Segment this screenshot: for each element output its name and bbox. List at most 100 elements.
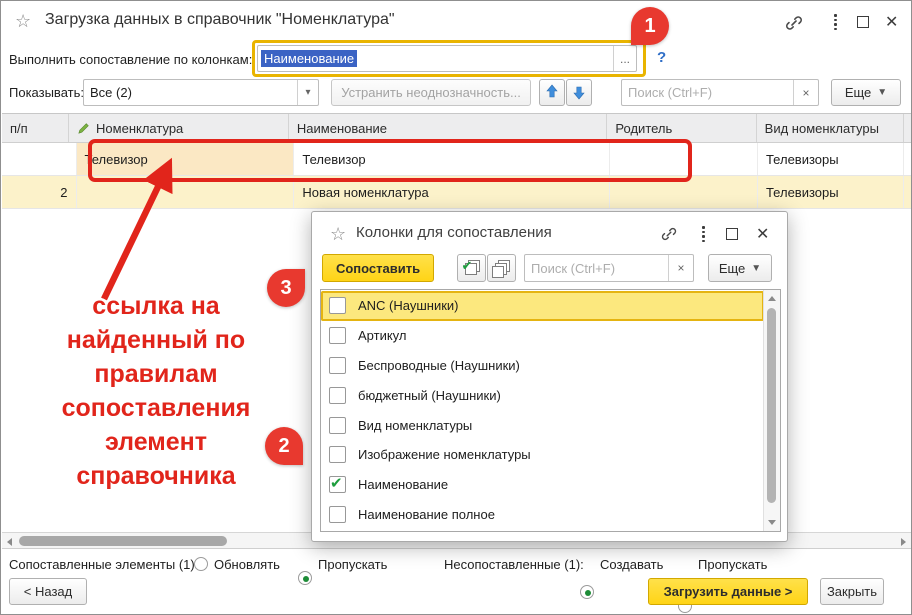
checkbox[interactable]	[329, 506, 346, 523]
more-button-label: Еще	[845, 85, 871, 100]
scroll-right-icon[interactable]	[901, 538, 906, 546]
scrollbar-thumb[interactable]	[767, 308, 776, 503]
back-button[interactable]: < Назад	[9, 578, 87, 605]
unmatched-elements-label: Несопоставленные (1):	[444, 557, 584, 572]
column-header-clipped[interactable]: Н	[904, 114, 912, 142]
checkbox[interactable]	[329, 387, 346, 404]
table-row[interactable]: Телевизор Телевизор Телевизоры	[2, 143, 912, 176]
radio-create[interactable]	[580, 585, 594, 599]
favorite-star-icon[interactable]: ☆	[330, 224, 346, 245]
mapping-columns-input[interactable]: Наименование ...	[257, 45, 637, 72]
search-clear-icon[interactable]: ×	[668, 255, 693, 281]
column-item-label: Наименование	[358, 477, 448, 492]
search-input[interactable]: Поиск (Ctrl+F) ×	[621, 79, 819, 106]
load-data-button[interactable]: Загрузить данные >	[648, 578, 808, 605]
column-item-1[interactable]: Артикул	[321, 321, 764, 351]
search-placeholder: Поиск (Ctrl+F)	[622, 85, 712, 100]
column-header-parent[interactable]: Родитель	[607, 114, 756, 142]
cell-nomenclature[interactable]	[77, 176, 295, 208]
column-item-2[interactable]: Беспроводные (Наушники)	[321, 351, 764, 381]
column-item-7[interactable]: Наименование полное	[321, 500, 764, 530]
column-item-label: Артикул	[358, 328, 406, 343]
check-all-icon: ✔	[464, 260, 480, 276]
down-arrow-icon	[573, 86, 585, 100]
cell-num[interactable]	[2, 143, 77, 175]
cell-kind[interactable]: Телевизоры	[758, 143, 904, 175]
scrollbar-thumb[interactable]	[19, 536, 227, 546]
pencil-icon	[77, 122, 90, 135]
checkbox[interactable]	[329, 446, 346, 463]
cell-parent[interactable]	[610, 176, 758, 208]
check-all-button[interactable]: ✔	[457, 254, 486, 282]
dropdown-arrow-icon: ▼	[751, 263, 761, 274]
scroll-left-icon[interactable]	[7, 538, 12, 546]
favorite-star-icon[interactable]: ☆	[15, 11, 31, 32]
radio-update[interactable]	[194, 557, 208, 571]
column-header-kind[interactable]: Вид номенклатуры	[757, 114, 904, 142]
column-header-nomenclature[interactable]: Номенклатура	[69, 114, 289, 142]
mapping-columns-label: Выполнить сопоставление по колонкам:	[9, 52, 252, 67]
column-item-6[interactable]: Наименование	[321, 470, 764, 500]
checkbox[interactable]	[329, 476, 346, 493]
checkbox[interactable]	[329, 327, 346, 344]
column-header-name[interactable]: Наименование	[289, 114, 608, 142]
dialog-title: Колонки для сопоставления	[356, 224, 552, 241]
radio-create-label[interactable]: Создавать	[600, 557, 663, 572]
up-arrow-icon	[546, 84, 558, 101]
radio-skip-matched[interactable]	[298, 571, 312, 585]
search-placeholder: Поиск (Ctrl+F)	[525, 261, 615, 276]
search-clear-icon[interactable]: ×	[793, 80, 818, 105]
dialog-search-input[interactable]: Поиск (Ctrl+F) ×	[524, 254, 694, 282]
column-item-5[interactable]: Изображение номенклатуры	[321, 440, 764, 470]
column-item-label: Наименование полное	[358, 507, 495, 522]
column-item-label: Беспроводные (Наушники)	[358, 358, 520, 373]
cell-nomenclature[interactable]: Телевизор	[77, 143, 295, 175]
maximize-icon[interactable]	[857, 16, 869, 28]
checkbox[interactable]	[329, 357, 346, 374]
checkbox[interactable]	[329, 417, 346, 434]
vertical-scrollbar[interactable]	[763, 290, 780, 531]
choose-columns-ellipsis-button[interactable]: ...	[613, 46, 636, 71]
cell-clipped[interactable]	[904, 176, 912, 208]
close-icon[interactable]: ✕	[885, 12, 898, 32]
radio-skip-unmatched-label[interactable]: Пропускать	[698, 557, 767, 572]
cell-kind[interactable]: Телевизоры	[758, 176, 904, 208]
link-icon[interactable]	[784, 13, 804, 33]
checkbox[interactable]	[329, 297, 346, 314]
cell-name[interactable]: Новая номенклатура	[294, 176, 610, 208]
dialog-more-button[interactable]: Еще▼	[708, 254, 772, 282]
show-label: Показывать:	[9, 85, 84, 100]
move-down-button[interactable]	[566, 79, 592, 106]
close-button[interactable]: Закрыть	[820, 578, 884, 605]
menu-dots-icon[interactable]	[702, 226, 705, 242]
cell-name[interactable]: Телевизор	[294, 143, 610, 175]
close-icon[interactable]: ✕	[756, 224, 769, 244]
column-item-3[interactable]: бюджетный (Наушники)	[321, 380, 764, 410]
scroll-up-icon[interactable]	[768, 296, 776, 301]
maximize-icon[interactable]	[726, 228, 738, 240]
menu-dots-icon[interactable]	[834, 14, 837, 30]
uncheck-all-icon	[494, 260, 510, 276]
radio-skip-matched-label[interactable]: Пропускать	[318, 557, 387, 572]
uncheck-all-button[interactable]	[487, 254, 516, 282]
link-icon[interactable]	[660, 225, 678, 243]
table-row[interactable]: 2 Новая номенклатура Телевизоры	[2, 176, 912, 209]
move-up-button[interactable]	[539, 79, 565, 106]
map-button[interactable]: Сопоставить	[322, 254, 434, 282]
show-filter-select[interactable]: Все (2) ▾	[83, 79, 319, 106]
more-button[interactable]: Еще▼	[831, 79, 901, 106]
radio-update-label[interactable]: Обновлять	[214, 557, 280, 572]
marker-3: 3	[267, 269, 305, 307]
column-item-4[interactable]: Вид номенклатуры	[321, 410, 764, 440]
page-title: Загрузка данных в справочник "Номенклату…	[45, 11, 395, 29]
help-icon[interactable]: ?	[657, 49, 666, 66]
cell-parent[interactable]	[610, 143, 758, 175]
cell-clipped[interactable]	[904, 143, 912, 175]
column-item-0[interactable]: ANC (Наушники)	[321, 291, 764, 321]
show-filter-dropdown-icon[interactable]: ▾	[297, 80, 318, 105]
scroll-down-icon[interactable]	[768, 520, 776, 525]
column-header-num[interactable]: п/п	[2, 114, 69, 142]
column-header-label: Номенклатура	[96, 121, 183, 136]
cell-num[interactable]: 2	[2, 176, 77, 208]
mapping-columns-value: Наименование	[261, 50, 357, 67]
